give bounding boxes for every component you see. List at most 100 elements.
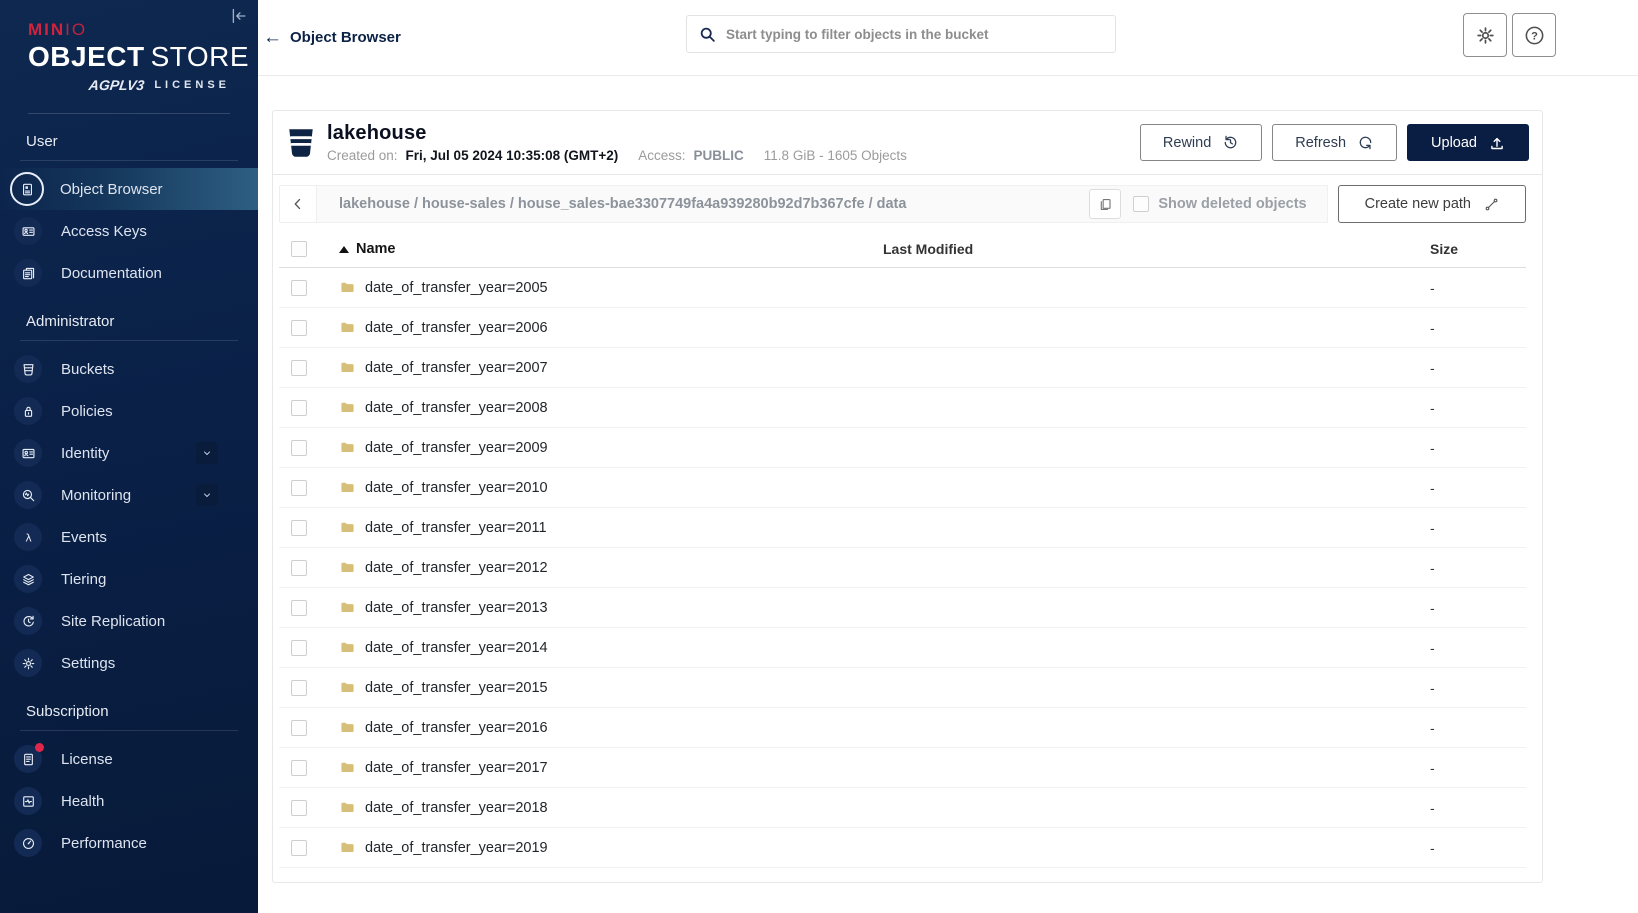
table-row[interactable]: date_of_transfer_year=2018-	[279, 788, 1526, 828]
sidebar-item-license[interactable]: License	[0, 738, 258, 780]
minio-brand: MINIO	[28, 20, 230, 40]
upload-label: Upload	[1431, 135, 1477, 151]
table-row[interactable]: date_of_transfer_year=2019-	[279, 828, 1526, 868]
sidebar-collapse-button[interactable]	[230, 7, 248, 25]
brand-light: IO	[65, 20, 87, 39]
select-all-checkbox[interactable]	[291, 241, 307, 257]
create-path-icon	[1484, 197, 1499, 212]
chevron-down-icon	[201, 447, 213, 459]
row-checkbox[interactable]	[291, 440, 307, 456]
sidebar-item-monitoring[interactable]: Monitoring	[0, 474, 258, 516]
row-checkbox[interactable]	[291, 760, 307, 776]
svg-text:?: ?	[1531, 30, 1538, 42]
identity-icon	[21, 446, 36, 461]
bucket-name: lakehouse	[327, 122, 907, 145]
search-input[interactable]	[726, 27, 1103, 42]
row-checkbox-cell	[279, 280, 319, 296]
app-root: MINIO OBJECTSTORE AGPLV3 LICENSE UserObj…	[0, 0, 1638, 913]
upload-button[interactable]: Upload	[1407, 124, 1529, 161]
settings-icon	[21, 656, 36, 671]
show-deleted-checkbox[interactable]	[1133, 196, 1149, 212]
row-checkbox[interactable]	[291, 640, 307, 656]
folder-icon	[339, 840, 356, 855]
row-checkbox[interactable]	[291, 720, 307, 736]
settings-button[interactable]	[1463, 13, 1507, 57]
sort-ascending-icon[interactable]	[339, 246, 349, 253]
sidebar-item-label: Tiering	[61, 571, 106, 588]
row-checkbox[interactable]	[291, 520, 307, 536]
brand-bold: MIN	[28, 20, 65, 39]
table-row[interactable]: date_of_transfer_year=2010-	[279, 468, 1526, 508]
sidebar-item-access-keys[interactable]: Access Keys	[0, 210, 258, 252]
row-checkbox[interactable]	[291, 680, 307, 696]
table-row[interactable]: date_of_transfer_year=2006-	[279, 308, 1526, 348]
sidebar-item-tiering[interactable]: Tiering	[0, 558, 258, 600]
object-filter-searchbox[interactable]	[686, 15, 1116, 53]
row-checkbox[interactable]	[291, 320, 307, 336]
rewind-icon	[1222, 134, 1239, 151]
table-row[interactable]: date_of_transfer_year=2015-	[279, 668, 1526, 708]
created-value: Fri, Jul 05 2024 10:35:08 (GMT+2)	[406, 148, 619, 163]
folder-icon	[339, 440, 356, 455]
table-row[interactable]: date_of_transfer_year=2016-	[279, 708, 1526, 748]
rewind-label: Rewind	[1163, 135, 1211, 151]
table-row[interactable]: date_of_transfer_year=2013-	[279, 588, 1526, 628]
icon-circle	[14, 439, 42, 467]
sidebar-item-events[interactable]: λEvents	[0, 516, 258, 558]
row-checkbox[interactable]	[291, 400, 307, 416]
folder-icon	[339, 800, 356, 815]
table-row[interactable]: date_of_transfer_year=2007 -	[279, 348, 1526, 388]
table-row[interactable]: date_of_transfer_year=2008-	[279, 388, 1526, 428]
object-name: date_of_transfer_year=2012	[365, 560, 548, 576]
row-checkbox[interactable]	[291, 840, 307, 856]
back-arrow-icon[interactable]: ←	[263, 28, 282, 47]
sidebar-item-site-replication[interactable]: Site Replication	[0, 600, 258, 642]
table-row[interactable]: date_of_transfer_year=2012-	[279, 548, 1526, 588]
rewind-button[interactable]: Rewind	[1140, 124, 1262, 161]
sidebar-sections: UserObject BrowserAccess KeysDocumentati…	[0, 114, 258, 864]
minio-logo: MINIO OBJECTSTORE AGPLV3 LICENSE	[0, 0, 258, 103]
svg-text:λ: λ	[25, 531, 32, 544]
refresh-button[interactable]: Refresh	[1272, 124, 1397, 161]
sidebar-item-policies[interactable]: Policies	[0, 390, 258, 432]
size-cell: -	[1428, 360, 1526, 376]
show-deleted-label[interactable]: Show deleted objects	[1158, 196, 1306, 212]
breadcrumb-strip: lakehouse / house-sales / house_sales-ba…	[317, 185, 1328, 223]
table-row[interactable]: date_of_transfer_year=2009-	[279, 428, 1526, 468]
object-name-cell: date_of_transfer_year=2008	[319, 400, 883, 416]
sidebar-item-object-browser[interactable]: Object Browser	[0, 168, 258, 210]
column-header-size[interactable]: Size	[1428, 241, 1526, 257]
row-checkbox[interactable]	[291, 800, 307, 816]
create-new-path-button[interactable]: Create new path	[1338, 185, 1526, 223]
help-button[interactable]: ?	[1512, 13, 1556, 57]
copy-path-button[interactable]	[1089, 189, 1121, 219]
row-checkbox[interactable]	[291, 280, 307, 296]
sidebar-item-buckets[interactable]: Buckets	[0, 348, 258, 390]
column-header-last-modified[interactable]: Last Modified	[883, 241, 1428, 257]
object-name-cell: date_of_transfer_year=2006	[319, 320, 883, 336]
table-row[interactable]: date_of_transfer_year=2011-	[279, 508, 1526, 548]
row-checkbox-cell	[279, 760, 319, 776]
sidebar-item-documentation[interactable]: Documentation	[0, 252, 258, 294]
sidebar-item-performance[interactable]: Performance	[0, 822, 258, 864]
sidebar-item-label: Settings	[61, 655, 115, 672]
row-checkbox[interactable]	[291, 480, 307, 496]
folder-icon	[339, 320, 356, 335]
expand-button[interactable]	[196, 484, 218, 506]
breadcrumb-back-button[interactable]	[279, 185, 317, 223]
sidebar-item-settings[interactable]: Settings	[0, 642, 258, 684]
column-header-name[interactable]: Name	[356, 241, 396, 257]
sidebar-item-health[interactable]: Health	[0, 780, 258, 822]
row-checkbox[interactable]	[291, 560, 307, 576]
sidebar-item-identity[interactable]: Identity	[0, 432, 258, 474]
table-row[interactable]: date_of_transfer_year=2005-	[279, 268, 1526, 308]
expand-button[interactable]	[196, 442, 218, 464]
row-checkbox[interactable]	[291, 600, 307, 616]
table-row[interactable]: date_of_transfer_year=2014-	[279, 628, 1526, 668]
size-cell: -	[1428, 840, 1526, 856]
agpl-badge: AGPLV3	[88, 77, 145, 93]
object-name: date_of_transfer_year=2007	[365, 360, 548, 376]
row-checkbox[interactable]	[291, 360, 307, 376]
object-name-cell: date_of_transfer_year=2014	[319, 640, 883, 656]
table-row[interactable]: date_of_transfer_year=2017-	[279, 748, 1526, 788]
